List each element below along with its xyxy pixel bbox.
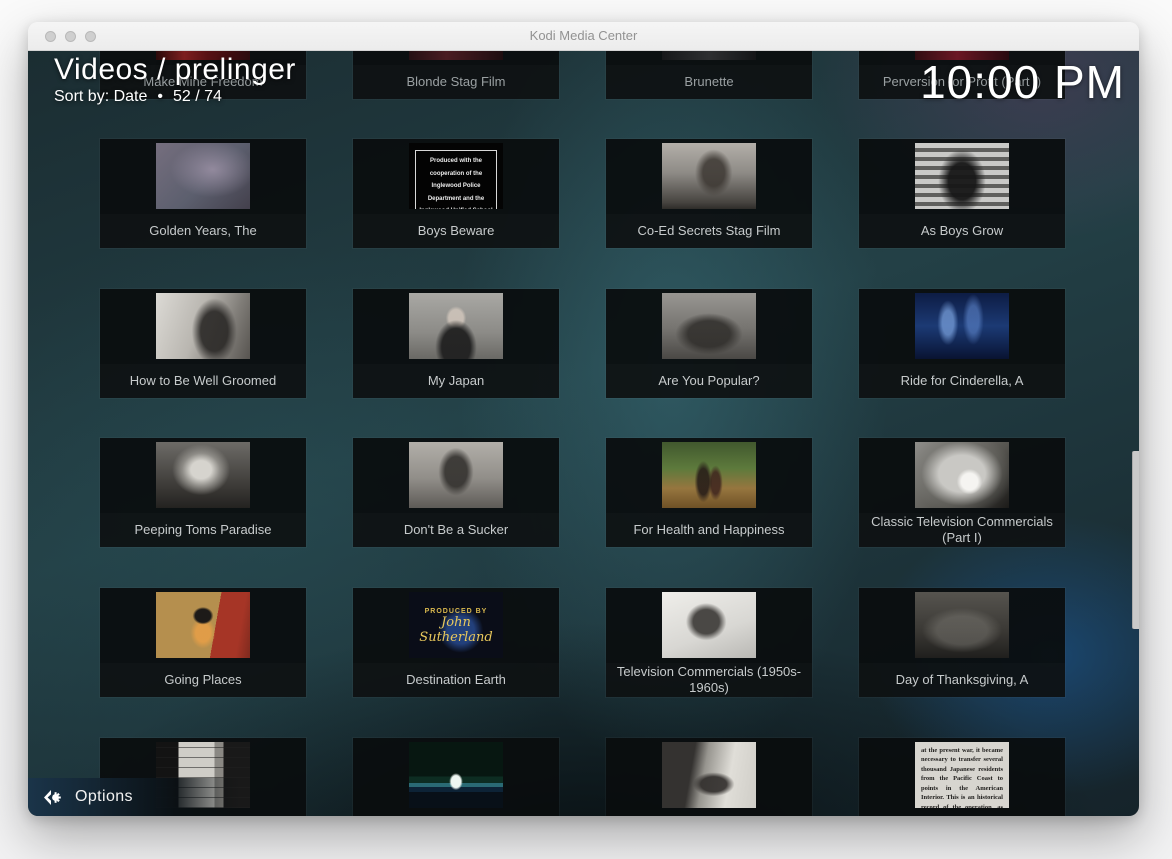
video-tile[interactable]: Brunette: [606, 51, 812, 99]
desktop-background: Kodi Media Center Make Mine FreedomBlond…: [0, 0, 1172, 859]
video-thumbnail: [662, 143, 756, 209]
thumbnail-document-text: at the present war, it became necessary …: [915, 742, 1009, 808]
page-header: Videos / prelinger Sort by: Date • 52 / …: [54, 53, 296, 106]
page-title: Videos / prelinger: [54, 53, 296, 87]
thumbnail-caption-text: Produced with the cooperation of the Ing…: [415, 150, 497, 209]
video-title: Blonde Stag Film: [353, 65, 559, 99]
chevron-gear-icon: [43, 788, 62, 807]
video-title: Classic Television Commercials (Part I): [859, 513, 1065, 547]
video-title: Don't Be a Sucker: [353, 513, 559, 547]
options-button[interactable]: Options: [28, 778, 240, 816]
sort-by-label[interactable]: Sort by: Date: [54, 88, 147, 106]
video-thumbnail: [915, 442, 1009, 508]
video-tile[interactable]: Co-Ed Secrets Stag Film: [606, 139, 812, 248]
video-thumbnail: [409, 442, 503, 508]
video-tile[interactable]: Peeping Toms Paradise: [100, 438, 306, 547]
video-thumbnail: [662, 293, 756, 359]
video-tile[interactable]: Ride for Cinderella, A: [859, 289, 1065, 398]
kodi-content: Make Mine FreedomBlonde Stag FilmBrunett…: [28, 51, 1139, 816]
video-title: Ride for Cinderella, A: [859, 364, 1065, 398]
video-thumbnail: [409, 742, 503, 808]
video-title: Destination Earth: [353, 663, 559, 697]
video-title: As Boys Grow: [859, 214, 1065, 248]
video-thumbnail: PRODUCED BYJohn Sutherland: [409, 592, 503, 658]
video-tile[interactable]: Produced with the cooperation of the Ing…: [353, 139, 559, 248]
video-thumbnail: [409, 51, 503, 60]
video-title: Peeping Toms Paradise: [100, 513, 306, 547]
video-thumbnail: [156, 442, 250, 508]
video-tile[interactable]: [606, 738, 812, 816]
video-title: Brunette: [606, 65, 812, 99]
video-tile[interactable]: Don't Be a Sucker: [353, 438, 559, 547]
video-tile[interactable]: Classic Television Commercials (Part I): [859, 438, 1065, 547]
video-tile[interactable]: PRODUCED BYJohn Sutherland Destination Ea…: [353, 588, 559, 697]
video-tile[interactable]: As Boys Grow: [859, 139, 1065, 248]
video-tile[interactable]: Day of Thanksgiving, A: [859, 588, 1065, 697]
video-thumbnail: [662, 51, 756, 60]
video-thumbnail: at the present war, it became necessary …: [915, 742, 1009, 808]
separator-bullet: •: [157, 88, 163, 106]
video-title: My Japan: [353, 364, 559, 398]
scrollbar-thumb[interactable]: [1132, 451, 1139, 629]
video-title: Television Commercials (1950s-1960s): [606, 663, 812, 697]
video-tile[interactable]: Golden Years, The: [100, 139, 306, 248]
video-title: Are You Popular?: [606, 364, 812, 398]
video-tile[interactable]: Television Commercials (1950s-1960s): [606, 588, 812, 697]
video-thumbnail: [156, 293, 250, 359]
clock: 10:00 PM: [920, 55, 1125, 109]
video-title: How to Be Well Groomed: [100, 364, 306, 398]
options-label: Options: [75, 788, 133, 806]
video-thumbnail: [662, 742, 756, 808]
video-title: Going Places: [100, 663, 306, 697]
video-tile[interactable]: Blonde Stag Film: [353, 51, 559, 99]
video-thumbnail: [409, 293, 503, 359]
video-thumbnail: [915, 293, 1009, 359]
video-tile[interactable]: at the present war, it became necessary …: [859, 738, 1065, 816]
kodi-window: Kodi Media Center Make Mine FreedomBlond…: [28, 22, 1139, 815]
video-grid: Make Mine FreedomBlonde Stag FilmBrunett…: [28, 51, 1139, 816]
video-thumbnail: [662, 592, 756, 658]
thumbnail-credit-line: PRODUCED BY: [409, 608, 503, 615]
video-title: Golden Years, The: [100, 214, 306, 248]
video-tile[interactable]: How to Be Well Groomed: [100, 289, 306, 398]
sort-line: Sort by: Date • 52 / 74: [54, 88, 296, 106]
video-title: Boys Beware: [353, 214, 559, 248]
video-tile[interactable]: For Health and Happiness: [606, 438, 812, 547]
video-thumbnail: [915, 592, 1009, 658]
video-tile[interactable]: My Japan: [353, 289, 559, 398]
video-thumbnail: [156, 143, 250, 209]
video-title: Day of Thanksgiving, A: [859, 663, 1065, 697]
video-title: For Health and Happiness: [606, 513, 812, 547]
video-thumbnail: Produced with the cooperation of the Ing…: [409, 143, 503, 209]
item-count: 52 / 74: [173, 88, 222, 106]
video-tile[interactable]: Are You Popular?: [606, 289, 812, 398]
video-title: Co-Ed Secrets Stag Film: [606, 214, 812, 248]
video-thumbnail: [156, 592, 250, 658]
window-titlebar[interactable]: Kodi Media Center: [28, 22, 1139, 51]
video-tile[interactable]: [353, 738, 559, 816]
window-title: Kodi Media Center: [28, 22, 1139, 50]
video-tile[interactable]: Going Places: [100, 588, 306, 697]
video-thumbnail: [915, 143, 1009, 209]
thumbnail-credit-name: John Sutherland: [409, 615, 503, 645]
video-thumbnail: [662, 442, 756, 508]
